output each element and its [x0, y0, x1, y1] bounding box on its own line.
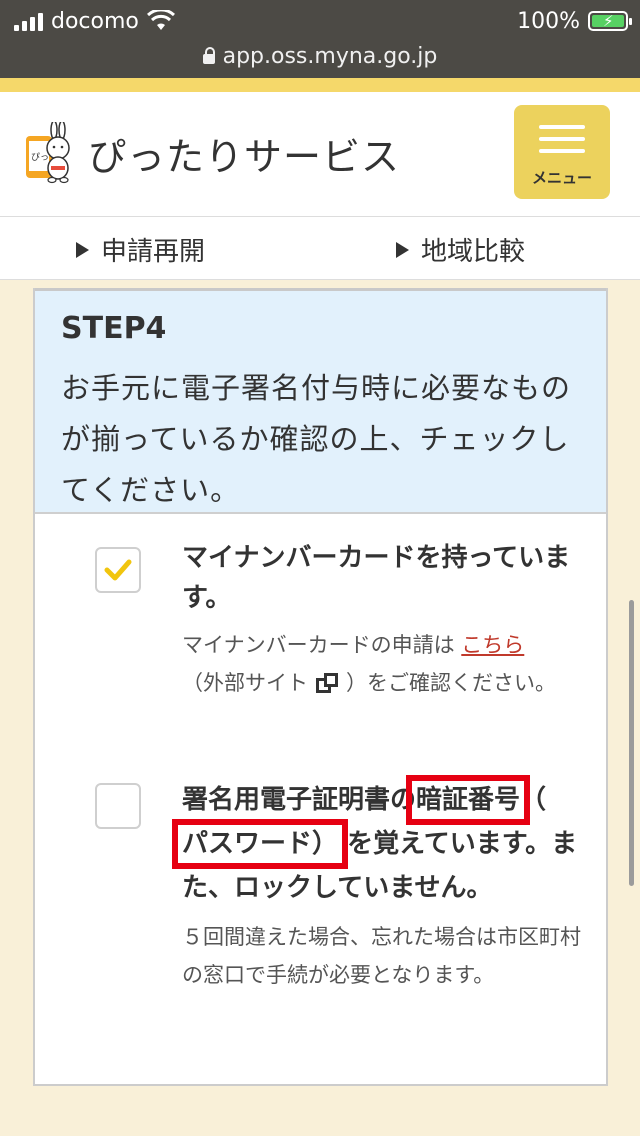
step-card: STEP4 お手元に電子署名付与時に必要なものが揃っているか確認の上、チェックし… — [33, 288, 608, 1086]
mynaportal-rabbit-icon: ぴっ — [26, 122, 70, 184]
checklist-text: 署名用電子証明書の暗証番号（ パスワード） を覚えています。また、ロックしていま… — [171, 775, 582, 994]
checklist-note: ５回間違えた場合、忘れた場合は市区町村の窓口で手続が必要となります。 — [182, 925, 581, 987]
url-text: app.oss.myna.go.jp — [222, 43, 438, 69]
external-link-icon — [316, 673, 338, 695]
step-title: STEP4 — [61, 311, 167, 346]
checklist-note: マイナンバーカードの申請は こちら （外部サイト ）をご確認ください。 — [182, 626, 582, 702]
checklist-title: 署名用電子証明書の暗証番号（ パスワード） を覚えています。また、ロックしていま… — [171, 775, 582, 910]
status-right: 100% ⚡ — [517, 6, 632, 36]
scrollbar[interactable] — [629, 600, 634, 886]
url-bar[interactable]: app.oss.myna.go.jp — [0, 40, 640, 72]
subnav-label: 申請再開 — [101, 237, 206, 267]
site-header: ぴっ ぴったりサービス メニュー — [0, 92, 640, 217]
status-bar: docomo 100% ⚡ app.oss.myna.go.jp — [0, 0, 640, 78]
checklist-title: マイナンバーカードを持っています。 — [182, 543, 571, 613]
title-part: （ — [520, 785, 547, 815]
sub-navigation: 申請再開 地域比較 — [0, 217, 640, 280]
area-comparison-link[interactable]: 地域比較 — [396, 231, 525, 268]
status-left: docomo — [14, 6, 175, 36]
note-prefix: マイナンバーカードの申請は — [182, 633, 455, 657]
site-logo[interactable]: ぴっ ぴったりサービス — [24, 122, 400, 184]
note-suffix: ）をご確認ください。 — [346, 671, 556, 695]
site-title: ぴったりサービス — [88, 134, 401, 179]
hamburger-icon — [539, 125, 585, 129]
step-description: お手元に電子署名付与時に必要なものが揃っているか確認の上、チェックしてください。 — [61, 371, 572, 507]
pin-remembered-checkbox[interactable] — [95, 783, 141, 829]
note-mid: （外部サイト — [182, 671, 308, 695]
battery-icon: ⚡ — [588, 11, 632, 31]
card-owned-checkbox[interactable] — [95, 547, 141, 593]
hamburger-icon-line — [539, 149, 585, 153]
battery-percent: 100% — [517, 8, 580, 34]
svg-text:ぴっ: ぴっ — [31, 152, 49, 163]
hamburger-icon-line — [539, 137, 585, 141]
checkmark-icon — [104, 559, 132, 581]
signal-icon — [14, 11, 43, 31]
menu-button[interactable]: メニュー — [514, 105, 610, 199]
header-accent-strip — [0, 78, 640, 92]
carrier-name: docomo — [51, 8, 139, 34]
triangle-right-icon — [396, 241, 409, 258]
lock-icon — [202, 47, 215, 64]
menu-label: メニュー — [531, 169, 592, 187]
card-application-link[interactable]: こちら — [461, 633, 524, 657]
pin-highlight: 暗証番号 — [406, 775, 531, 825]
checklist-text: マイナンバーカードを持っています。 マイナンバーカードの申請は こちら （外部サ… — [182, 538, 582, 702]
resume-application-link[interactable]: 申請再開 — [76, 231, 205, 268]
step-header: STEP4 お手元に電子署名付与時に必要なものが揃っているか確認の上、チェックし… — [35, 288, 606, 514]
title-part: 署名用電子証明書の — [182, 785, 417, 815]
password-highlight: パスワード） — [171, 819, 349, 869]
subnav-label: 地域比較 — [421, 237, 526, 267]
wifi-icon — [146, 10, 175, 30]
triangle-right-icon — [76, 241, 89, 258]
